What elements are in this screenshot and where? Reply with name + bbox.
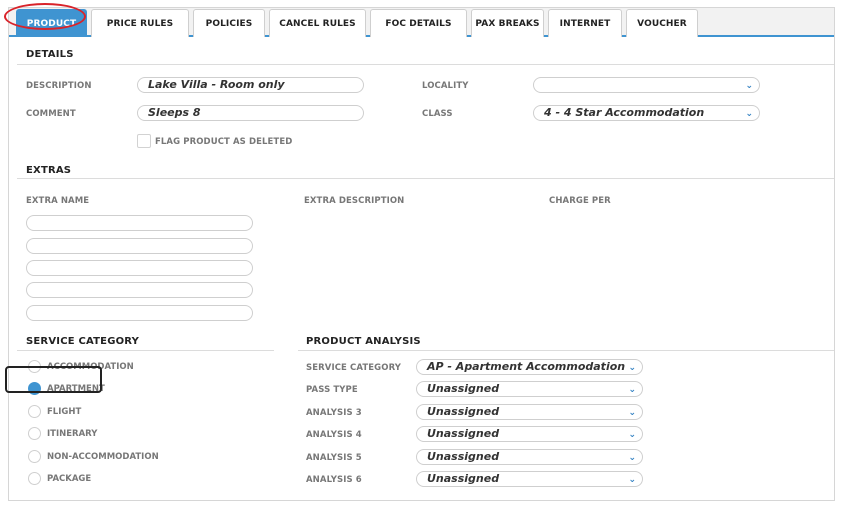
analysis-value-5: Unassigned [427, 450, 500, 463]
service-category-title: SERVICE CATEGORY [26, 336, 140, 347]
extra-name-header: EXTRA NAME [26, 196, 90, 206]
extra-description-header: EXTRA DESCRIPTION [304, 196, 405, 206]
extra-name-input-5[interactable] [26, 305, 253, 321]
chevron-down-icon: ⌄ [628, 363, 636, 373]
chevron-down-icon: ⌄ [628, 408, 636, 418]
analysis-select-4[interactable]: Unassigned ⌄ [416, 426, 643, 442]
tab-bar: PRODUCT PRICE RULES POLICIES CANCEL RULE… [9, 8, 834, 37]
radio-label-non-accommodation: NON-ACCOMMODATION [47, 452, 159, 462]
radio-label-flight: FLIGHT [47, 407, 82, 417]
analysis-select-pass-type[interactable]: Unassigned ⌄ [416, 381, 643, 397]
tab-voucher[interactable]: VOUCHER [626, 9, 698, 37]
class-label: CLASS [422, 109, 453, 119]
analysis-value-4: Unassigned [427, 427, 500, 440]
radio-accommodation[interactable] [28, 360, 41, 373]
analysis-value-service-category: AP - Apartment Accommodation [427, 360, 626, 373]
chevron-down-icon: ⌄ [628, 453, 636, 463]
analysis-select-5[interactable]: Unassigned ⌄ [416, 449, 643, 465]
locality-label: LOCALITY [422, 81, 469, 91]
radio-apartment[interactable] [28, 382, 41, 395]
tab-cancel-rules[interactable]: CANCEL RULES [269, 9, 366, 37]
analysis-value-3: Unassigned [427, 405, 500, 418]
radio-label-apartment: APARTMENT [47, 384, 105, 394]
charge-per-header: CHARGE PER [549, 196, 611, 206]
analysis-label-pass-type: PASS TYPE [306, 385, 358, 395]
analysis-value-6: Unassigned [427, 472, 500, 485]
chevron-down-icon: ⌄ [628, 430, 636, 440]
tab-pax-breaks[interactable]: PAX BREAKS [471, 9, 544, 37]
radio-flight[interactable] [28, 405, 41, 418]
description-label: DESCRIPTION [26, 81, 92, 91]
comment-label: COMMENT [26, 109, 76, 119]
tab-policies[interactable]: POLICIES [193, 9, 265, 37]
analysis-label-3: ANALYSIS 3 [306, 408, 362, 418]
comment-input[interactable]: Sleeps 8 [137, 105, 364, 121]
tab-foc-details[interactable]: FOC DETAILS [370, 9, 467, 37]
chevron-down-icon: ⌄ [745, 81, 753, 91]
tab-price-rules[interactable]: PRICE RULES [91, 9, 189, 37]
extras-divider [17, 178, 834, 179]
product-analysis-title: PRODUCT ANALYSIS [306, 336, 421, 347]
extra-name-input-4[interactable] [26, 282, 253, 298]
analysis-label-4: ANALYSIS 4 [306, 430, 362, 440]
radio-itinerary[interactable] [28, 427, 41, 440]
extra-name-input-3[interactable] [26, 260, 253, 276]
analysis-value-pass-type: Unassigned [427, 382, 500, 395]
analysis-label-service-category: SERVICE CATEGORY [306, 363, 402, 373]
radio-non-accommodation[interactable] [28, 450, 41, 463]
analysis-select-6[interactable]: Unassigned ⌄ [416, 471, 643, 487]
product-analysis-divider [298, 350, 834, 351]
description-input[interactable]: Lake Villa - Room only [137, 77, 364, 93]
radio-label-itinerary: ITINERARY [47, 429, 98, 439]
product-panel: PRODUCT PRICE RULES POLICIES CANCEL RULE… [8, 7, 835, 501]
extra-name-input-1[interactable] [26, 215, 253, 231]
analysis-select-3[interactable]: Unassigned ⌄ [416, 404, 643, 420]
service-category-divider [17, 350, 274, 351]
radio-package[interactable] [28, 472, 41, 485]
tab-internet[interactable]: INTERNET [548, 9, 622, 37]
radio-label-package: PACKAGE [47, 474, 92, 484]
flag-deleted-label: FLAG PRODUCT AS DELETED [155, 137, 293, 147]
chevron-down-icon: ⌄ [745, 109, 753, 119]
locality-select[interactable]: ⌄ [533, 77, 760, 93]
tab-product[interactable]: PRODUCT [16, 9, 87, 37]
flag-deleted-checkbox[interactable] [137, 134, 151, 148]
class-select[interactable]: 4 - 4 Star Accommodation ⌄ [533, 105, 760, 121]
extras-title: EXTRAS [26, 165, 72, 176]
analysis-label-6: ANALYSIS 6 [306, 475, 362, 485]
chevron-down-icon: ⌄ [628, 385, 636, 395]
analysis-label-5: ANALYSIS 5 [306, 453, 362, 463]
class-value: 4 - 4 Star Accommodation [544, 106, 705, 119]
analysis-select-service-category[interactable]: AP - Apartment Accommodation ⌄ [416, 359, 643, 375]
details-title: DETAILS [26, 49, 74, 60]
chevron-down-icon: ⌄ [628, 475, 636, 485]
extra-name-input-2[interactable] [26, 238, 253, 254]
radio-label-accommodation: ACCOMMODATION [47, 362, 134, 372]
details-divider [17, 64, 834, 65]
